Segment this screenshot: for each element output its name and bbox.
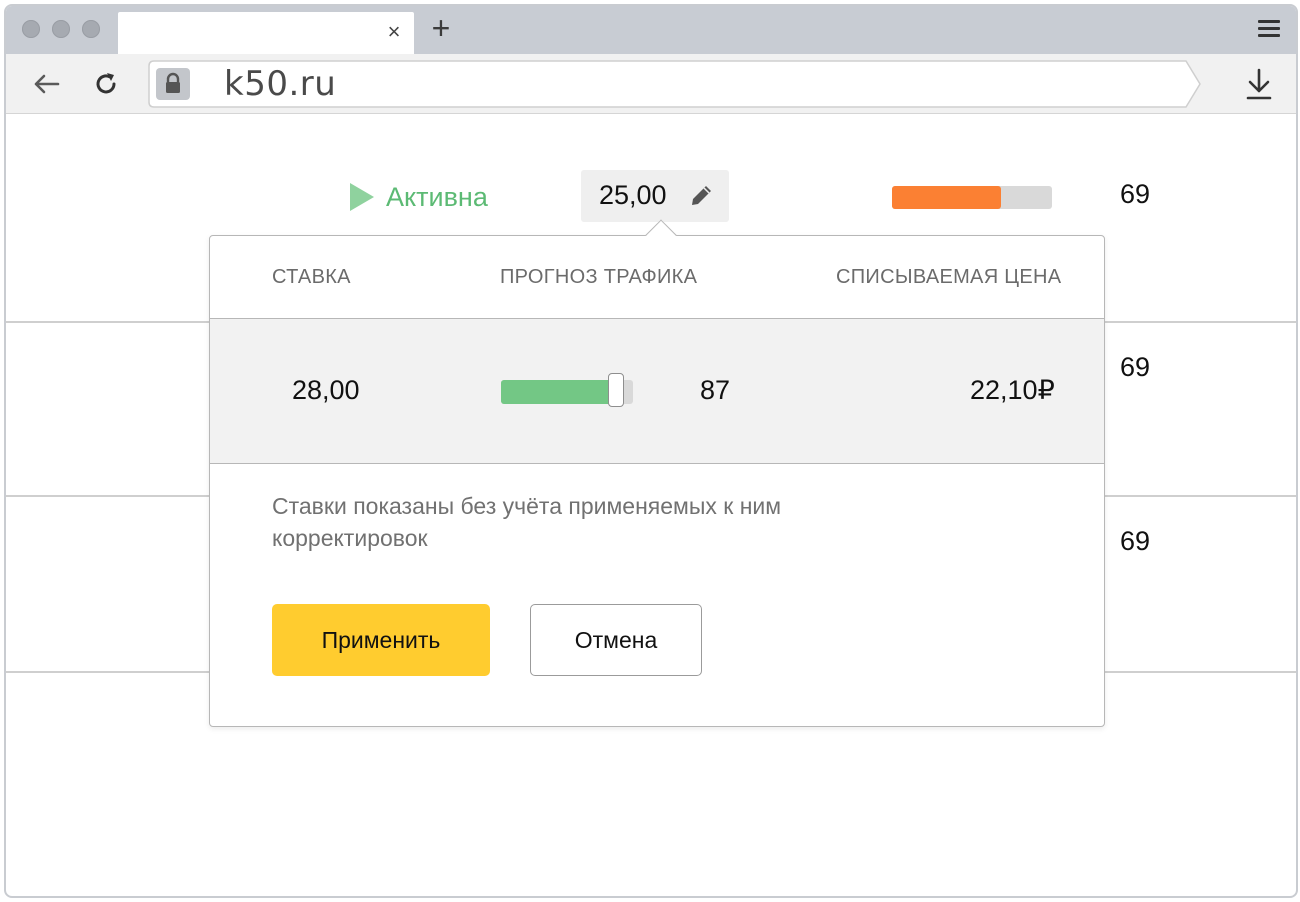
cancel-button[interactable]: Отмена xyxy=(530,604,702,676)
pencil-icon[interactable] xyxy=(687,182,715,215)
page-content: Активна 25,00 69 69 69 СТАВКА ПРОГНОЗ ТР… xyxy=(6,115,1296,896)
status-toggle[interactable]: Активна xyxy=(350,180,488,214)
lock-icon xyxy=(156,68,190,100)
traffic-value: 87 xyxy=(700,375,731,405)
window-zoom-dot[interactable] xyxy=(82,20,100,38)
url-text: k50.ru xyxy=(224,64,337,104)
address-bar[interactable]: k50.ru xyxy=(148,60,1202,108)
traffic-progress-fill xyxy=(892,186,1001,209)
header-traffic-forecast: ПРОГНОЗ ТРАФИКА xyxy=(500,266,698,288)
menu-icon[interactable] xyxy=(1258,20,1280,38)
bid-value: 28,00 xyxy=(292,375,360,405)
status-label: Активна xyxy=(386,181,488,212)
row-value: 69 xyxy=(1120,179,1151,209)
forecast-row: 28,00 87 22,10₽ xyxy=(210,318,1104,464)
play-icon xyxy=(350,183,374,211)
bid-edit-chip[interactable]: 25,00 xyxy=(581,170,729,222)
download-icon[interactable] xyxy=(1244,66,1274,102)
row-value: 69 xyxy=(1120,526,1151,556)
browser-window: × + k50.ru Активна 25,00 69 69 69 СТАВКА… xyxy=(4,4,1298,898)
charged-price-value: 22,10₽ xyxy=(970,375,1055,405)
header-charged-price: СПИСЫВАЕМАЯ ЦЕНА xyxy=(836,266,1062,288)
header-bid: СТАВКА xyxy=(272,266,351,288)
bid-forecast-popup: СТАВКА ПРОГНОЗ ТРАФИКА СПИСЫВАЕМАЯ ЦЕНА … xyxy=(209,219,1105,727)
reload-icon[interactable] xyxy=(88,66,124,102)
new-tab-icon[interactable]: + xyxy=(426,12,456,44)
navigation-bar: k50.ru xyxy=(6,54,1296,114)
traffic-slider[interactable] xyxy=(501,373,633,407)
popup-pointer xyxy=(645,219,677,251)
slider-handle[interactable] xyxy=(608,373,624,407)
window-minimize-dot[interactable] xyxy=(52,20,70,38)
current-bid-value: 25,00 xyxy=(599,180,667,210)
tab-close-icon[interactable]: × xyxy=(382,20,406,44)
window-close-dot[interactable] xyxy=(22,20,40,38)
back-arrow-icon[interactable] xyxy=(28,66,64,102)
row-value: 69 xyxy=(1120,352,1151,382)
bids-note: Ставки показаны без учёта применяемых к … xyxy=(272,493,782,551)
apply-button[interactable]: Применить xyxy=(272,604,490,676)
tab-bar: × + xyxy=(6,6,1296,54)
slider-fill xyxy=(501,380,616,404)
traffic-progress-bar xyxy=(892,186,1052,209)
browser-tab[interactable]: × xyxy=(118,12,414,54)
